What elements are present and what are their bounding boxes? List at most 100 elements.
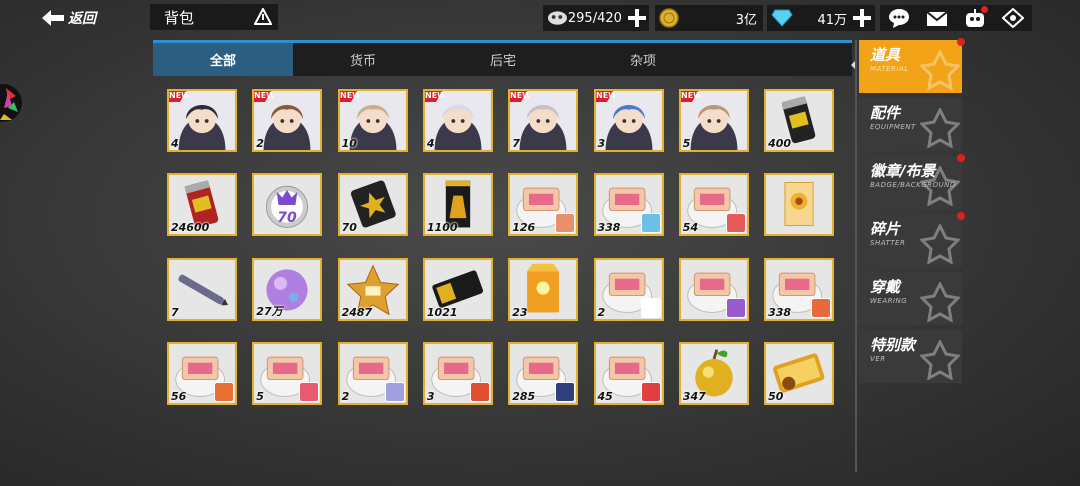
inventory-item[interactable]: 126 bbox=[508, 173, 579, 237]
inventory-item[interactable]: 1100 bbox=[422, 173, 493, 237]
sidebar-item-special[interactable]: 特别款 VER bbox=[859, 330, 962, 383]
character-avatar-icon bbox=[811, 297, 832, 318]
diamond-add-button[interactable] bbox=[853, 9, 871, 27]
sidebar-item-label: 徽章/布景 bbox=[870, 162, 936, 180]
item-count: 54 bbox=[682, 221, 699, 235]
inventory-item[interactable]: 70 bbox=[252, 173, 323, 237]
chat-icon bbox=[889, 9, 909, 28]
side-floating-icon[interactable] bbox=[0, 78, 24, 128]
diamond-icon bbox=[771, 9, 793, 27]
item-count: 2 bbox=[597, 305, 606, 319]
inventory-item[interactable]: NEW 5 bbox=[678, 89, 749, 152]
inventory-item[interactable]: NEW 7 bbox=[508, 89, 579, 152]
sidebar-item-label: 特别款 bbox=[870, 336, 916, 354]
inventory-item[interactable]: NEW 10 bbox=[337, 89, 408, 152]
view-toggle-button[interactable] bbox=[1000, 7, 1026, 29]
diamond-value: 41万 bbox=[817, 12, 847, 28]
inventory-item[interactable]: 7 bbox=[167, 257, 237, 321]
inventory-item[interactable]: 338 bbox=[593, 173, 664, 237]
warning-icon bbox=[254, 8, 272, 25]
tab-dorm[interactable]: 后宅 bbox=[433, 43, 573, 76]
back-label: 返回 bbox=[68, 11, 96, 27]
sidebar-item-label: 穿戴 bbox=[870, 278, 901, 296]
inventory-item[interactable]: 338 bbox=[764, 257, 835, 321]
back-button[interactable]: 返回 bbox=[42, 6, 96, 30]
diamond-resource: 41万 bbox=[767, 5, 875, 31]
inventory-item[interactable]: NEW 4 bbox=[167, 89, 237, 152]
item-count: 7 bbox=[512, 137, 520, 150]
inventory-item[interactable]: 285 bbox=[508, 341, 579, 405]
item-count: 400 bbox=[768, 137, 792, 150]
inventory-item[interactable]: 400 bbox=[764, 89, 835, 152]
item-count: 7 bbox=[171, 305, 179, 319]
svg-text:NEW: NEW bbox=[254, 91, 273, 100]
stamina-resource: 295/420 bbox=[543, 5, 649, 31]
inventory-item[interactable]: 5 bbox=[252, 341, 323, 405]
new-item-icon: NEW bbox=[169, 91, 188, 102]
assistant-button[interactable] bbox=[962, 6, 988, 29]
inventory-item[interactable]: 70 bbox=[337, 173, 408, 237]
svg-text:NEW: NEW bbox=[681, 91, 700, 100]
sidebar-item-equipment[interactable]: 配件 EQUIPMENT bbox=[859, 98, 962, 151]
stamina-icon bbox=[547, 11, 567, 25]
item-count: 70 bbox=[341, 221, 357, 235]
tab-currency[interactable]: 货币 bbox=[293, 43, 433, 76]
inventory-item[interactable]: 54 bbox=[678, 173, 749, 237]
inventory-item[interactable] bbox=[764, 173, 835, 237]
character-avatar-icon bbox=[214, 381, 234, 402]
stamina-add-button[interactable] bbox=[627, 9, 647, 27]
medal-level-label: 70 bbox=[278, 210, 298, 226]
inventory-item[interactable]: 50 bbox=[764, 341, 835, 405]
new-item-icon: NEW bbox=[339, 91, 359, 102]
sidebar-item-material[interactable]: 道具 MATERIAL bbox=[859, 40, 962, 93]
info-button[interactable] bbox=[248, 4, 278, 30]
tab-misc[interactable]: 杂项 bbox=[573, 43, 713, 76]
sidebar-item-sublabel: BADGE/BACKGROUND bbox=[870, 181, 956, 189]
inventory-item[interactable]: 2487 bbox=[337, 257, 408, 321]
page-title: 背包 bbox=[150, 4, 248, 30]
stamina-value: 295/420 bbox=[567, 10, 622, 26]
svg-text:NEW: NEW bbox=[510, 91, 529, 100]
inventory-item[interactable]: 56 bbox=[167, 341, 237, 405]
inventory-item[interactable]: 45 bbox=[593, 341, 664, 405]
item-count: 24600 bbox=[171, 221, 210, 235]
inventory-item[interactable]: NEW 2 bbox=[252, 89, 323, 152]
inventory-item[interactable]: NEW 4 bbox=[422, 89, 493, 152]
inventory-item[interactable]: NEW 3 bbox=[593, 89, 664, 152]
svg-text:NEW: NEW bbox=[425, 91, 444, 100]
sidebar-item-badge-background[interactable]: 徽章/布景 BADGE/BACKGROUND bbox=[859, 156, 962, 209]
sidebar-item-shatter[interactable]: 碎片 SHATTER bbox=[859, 214, 962, 267]
item-count: 285 bbox=[512, 389, 536, 403]
character-avatar-icon bbox=[640, 381, 661, 402]
inventory-item[interactable]: 24600 bbox=[167, 173, 237, 237]
item-count: 4 bbox=[171, 137, 179, 150]
category-tabs: 全部 货币 后宅 杂项 bbox=[153, 40, 852, 76]
item-count: 45 bbox=[597, 389, 613, 403]
inventory-item[interactable]: 27万 bbox=[252, 257, 323, 321]
sidebar-item-sublabel: VER bbox=[870, 355, 886, 363]
item-count: 56 bbox=[171, 389, 187, 403]
inventory-item[interactable] bbox=[678, 257, 749, 321]
sidebar-item-sublabel: SHATTER bbox=[870, 239, 906, 247]
item-count: 2 bbox=[341, 389, 350, 403]
tab-all[interactable]: 全部 bbox=[153, 43, 293, 76]
inventory-item[interactable]: 1021 bbox=[422, 257, 493, 321]
top-bar: 返回 背包 295/420 3亿 41万 bbox=[0, 0, 1080, 34]
mail-button[interactable] bbox=[924, 7, 950, 29]
inventory-item[interactable]: 2 bbox=[337, 341, 408, 405]
item-medal-icon: 70 bbox=[254, 175, 321, 235]
character-avatar-icon bbox=[640, 297, 661, 318]
inventory-item[interactable]: 3 bbox=[422, 341, 493, 405]
gold-value: 3亿 bbox=[735, 12, 757, 28]
inventory-item[interactable]: 347 bbox=[678, 341, 749, 405]
inventory-item[interactable]: 2 bbox=[593, 257, 664, 321]
item-count: 1021 bbox=[426, 305, 458, 319]
sidebar-item-wearing[interactable]: 穿戴 WEARING bbox=[859, 272, 962, 325]
chat-button[interactable] bbox=[886, 7, 912, 29]
character-avatar-icon bbox=[469, 381, 490, 402]
item-count: 5 bbox=[682, 137, 691, 150]
inventory-item[interactable]: 23 bbox=[508, 257, 579, 321]
new-item-icon: NEW bbox=[510, 91, 529, 102]
notification-dot bbox=[957, 38, 965, 46]
item-count: 2487 bbox=[341, 305, 373, 319]
